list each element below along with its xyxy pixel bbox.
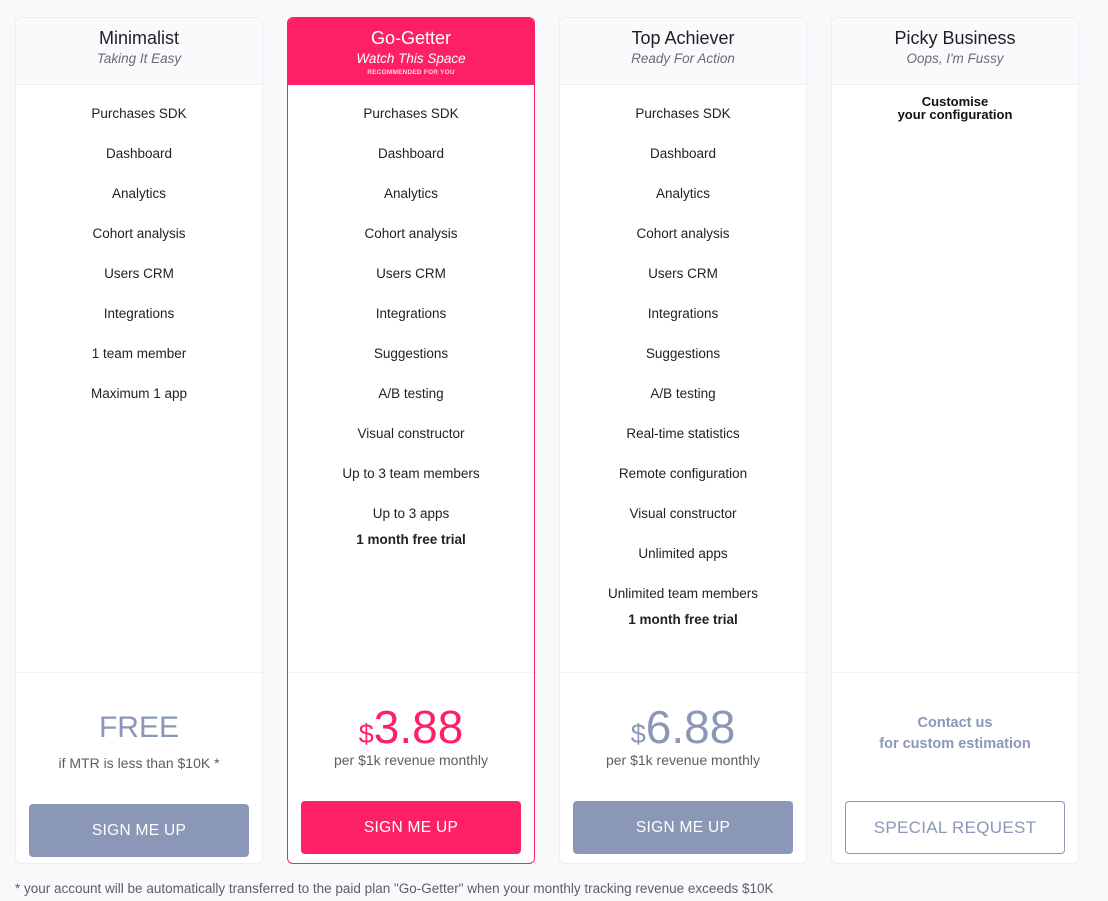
sign-up-button[interactable]: SIGN ME UP [301, 801, 521, 854]
plan-card-go-getter: Go-Getter Watch This Space RECOMMENDED F… [287, 17, 535, 864]
feature-item: Visual constructor [357, 426, 465, 441]
feature-item: Integrations [647, 306, 719, 321]
price-area: $3.88 per $1k revenue monthly SIGN ME UP [288, 673, 534, 863]
feature-item: Remote configuration [618, 466, 748, 481]
currency-symbol: $ [358, 719, 374, 749]
feature-item: A/B testing [650, 386, 716, 401]
pricing-plans: Minimalist Taking It Easy Purchases SDK … [15, 17, 1079, 864]
plan-name: Go-Getter [370, 28, 452, 48]
feature-item: Suggestions [373, 346, 449, 361]
price-note: per $1k revenue monthly [605, 752, 761, 768]
feature-item: Users CRM [648, 266, 718, 281]
feature-item: 1 team member [91, 346, 187, 361]
currency-symbol: $ [630, 719, 646, 749]
contact-line: for custom estimation [879, 736, 1031, 752]
plan-tagline: Ready For Action [631, 51, 735, 66]
feature-item: Dashboard [105, 146, 173, 161]
feature-item: Unlimited apps [638, 546, 728, 561]
feature-item: Analytics [383, 186, 439, 201]
feature-item: Users CRM [376, 266, 446, 281]
price-value: FREE [98, 711, 179, 744]
feature-list: Customise your configuration [832, 85, 1078, 673]
feature-item: Purchases SDK [91, 106, 187, 121]
plan-header: Go-Getter Watch This Space RECOMMENDED F… [288, 18, 534, 85]
plan-header: Picky Business Oops, I'm Fussy [832, 18, 1078, 85]
price-amount: 6.88 [645, 701, 736, 753]
feature-item: Users CRM [104, 266, 174, 281]
plan-name: Minimalist [98, 28, 179, 48]
price-area: Contact us for custom estimation SPECIAL… [832, 673, 1078, 863]
contact-line: Contact us [917, 715, 993, 731]
feature-item: Analytics [111, 186, 167, 201]
feature-item: Cohort analysis [636, 226, 730, 241]
price-amount: 3.88 [373, 701, 464, 753]
feature-item: Purchases SDK [635, 106, 731, 121]
customise-note: Customise your configuration [832, 95, 1078, 121]
feature-item: Integrations [375, 306, 447, 321]
feature-item: A/B testing [378, 386, 444, 401]
feature-item: Suggestions [645, 346, 721, 361]
feature-item: Dashboard [377, 146, 445, 161]
plan-tagline: Taking It Easy [96, 51, 182, 66]
price-note: if MTR is less than $10K * [58, 755, 220, 771]
feature-list: Purchases SDK Dashboard Analytics Cohort… [560, 85, 806, 673]
feature-list: Purchases SDK Dashboard Analytics Cohort… [16, 85, 262, 673]
sign-up-button[interactable]: SIGN ME UP [573, 801, 793, 854]
feature-item: Up to 3 team members [342, 466, 480, 481]
feature-item: Maximum 1 app [90, 386, 188, 401]
feature-item: Analytics [655, 186, 711, 201]
price-note: per $1k revenue monthly [333, 752, 489, 768]
plan-name: Picky Business [894, 28, 1016, 48]
feature-item: Cohort analysis [364, 226, 458, 241]
trial-note: 1 month free trial [356, 532, 466, 547]
feature-item: Purchases SDK [363, 106, 459, 121]
plan-card-picky-business: Picky Business Oops, I'm Fussy Customise… [831, 17, 1079, 864]
plan-card-minimalist: Minimalist Taking It Easy Purchases SDK … [15, 17, 263, 864]
feature-item: Dashboard [649, 146, 717, 161]
price-area: $6.88 per $1k revenue monthly SIGN ME UP [560, 673, 806, 863]
plan-tagline: Watch This Space [356, 51, 466, 66]
plan-name: Top Achiever [631, 28, 735, 48]
plan-header: Minimalist Taking It Easy [16, 18, 262, 85]
customise-line: your configuration [897, 107, 1013, 122]
sign-up-button[interactable]: SIGN ME UP [29, 804, 249, 857]
trial-note: 1 month free trial [628, 612, 738, 627]
feature-item: Cohort analysis [92, 226, 186, 241]
price-area: FREE if MTR is less than $10K * SIGN ME … [16, 673, 262, 863]
feature-item: Real-time statistics [626, 426, 740, 441]
feature-item: Visual constructor [629, 506, 737, 521]
plan-header: Top Achiever Ready For Action [560, 18, 806, 85]
feature-item: Integrations [103, 306, 175, 321]
feature-list: Purchases SDK Dashboard Analytics Cohort… [288, 85, 534, 673]
contact-note: Contact us for custom estimation [832, 713, 1078, 755]
recommended-badge: RECOMMENDED FOR YOU [367, 69, 455, 76]
footnote: * your account will be automatically tra… [15, 881, 774, 896]
special-request-button[interactable]: SPECIAL REQUEST [845, 801, 1065, 854]
plan-tagline: Oops, I'm Fussy [906, 51, 1004, 66]
plan-card-top-achiever: Top Achiever Ready For Action Purchases … [559, 17, 807, 864]
